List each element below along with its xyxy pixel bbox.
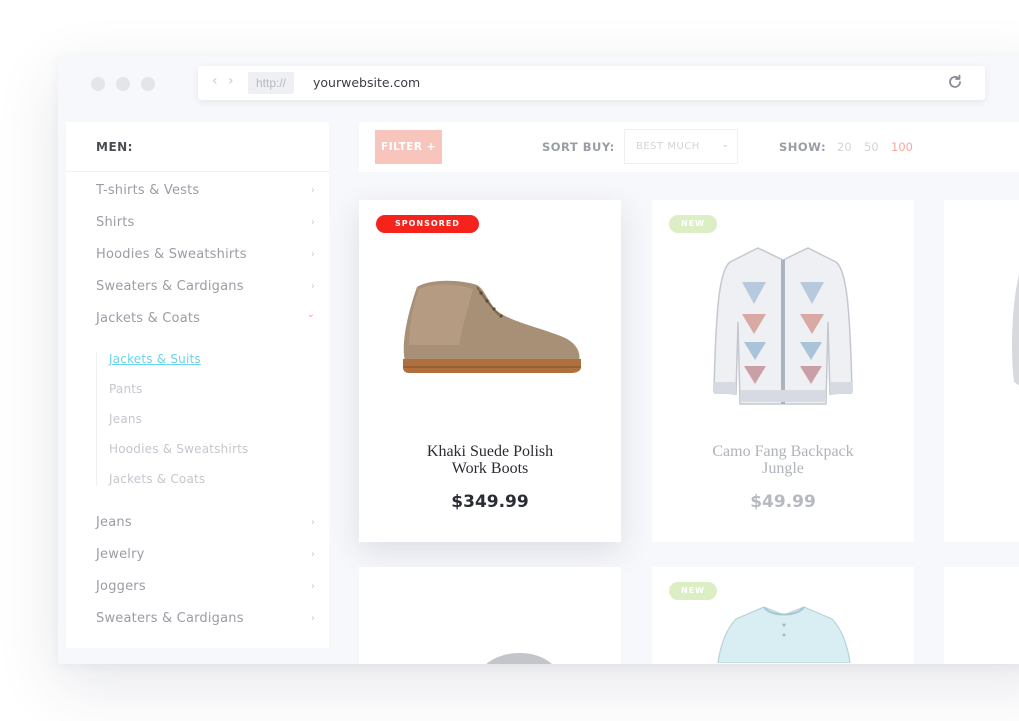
filter-button[interactable]: FILTER + (375, 130, 442, 164)
sidebar-item-jeans[interactable]: Jeans (96, 515, 132, 530)
sidebar-item-jackets-coats[interactable]: Jackets & Coats (96, 311, 200, 326)
chevron-right-icon: › (311, 581, 315, 592)
chevron-right-icon: › (311, 249, 315, 260)
sponsored-badge: SPONSORED (376, 215, 479, 233)
subitem-hoodies-sweatshirts[interactable]: Hoodies & Sweatshirts (109, 442, 248, 456)
product-card[interactable]: NEW Camo Fang Backpack Jungle $49.99 (652, 200, 914, 542)
chevron-down-icon: ⌄ (306, 309, 315, 320)
url-text[interactable]: yourwebsite.com (313, 75, 420, 90)
sidebar-item-hoodies-sweatshirts[interactable]: Hoodies & Sweatshirts (96, 247, 247, 262)
product-name-line-2: Work Boots (451, 460, 529, 477)
sort-select-value: BEST MUCH (636, 141, 700, 152)
product-price: $349.99 (451, 492, 529, 512)
chevron-right-icon: › (311, 549, 315, 560)
product-card[interactable]: NEW (652, 567, 914, 664)
category-sidebar: MEN: T-shirts & Vests › Shirts › Hoodies… (66, 122, 329, 648)
subitem-jeans[interactable]: Jeans (109, 412, 142, 426)
chevron-down-icon: ⌄ (721, 140, 729, 150)
sidebar-item-jewelry[interactable]: Jewelry (96, 547, 145, 562)
product-toolbar: FILTER + SORT BUY: BEST MUCH ⌄ SHOW: 20 … (359, 122, 1019, 172)
boot-image (403, 280, 581, 373)
chevron-right-icon: › (311, 185, 315, 196)
back-arrow-icon[interactable]: ‹ (212, 73, 218, 89)
subitem-pants[interactable]: Pants (109, 382, 143, 396)
product-card[interactable] (944, 567, 1019, 664)
product-name-line-2: Jungle (762, 460, 804, 477)
chevron-right-icon: › (311, 517, 315, 528)
forward-arrow-icon[interactable]: › (228, 73, 234, 89)
subitem-jackets-suits[interactable]: Jackets & Suits (109, 352, 201, 366)
show-option-100[interactable]: 100 (891, 140, 913, 154)
cardigan-image (713, 247, 853, 405)
sidebar-divider (66, 171, 329, 172)
window-minimize-dot[interactable] (116, 77, 130, 91)
browser-titlebar: ‹ › http:// yourwebsite.com (58, 56, 1019, 108)
show-option-50[interactable]: 50 (864, 140, 879, 154)
url-protocol: http:// (248, 72, 295, 94)
window-close-dot[interactable] (91, 77, 105, 91)
product-name-line-1: Camo Fang Backpack (712, 443, 854, 460)
sidebar-item-sweaters-cardigans-2[interactable]: Sweaters & Cardigans (96, 611, 244, 626)
product-card[interactable] (944, 200, 1019, 542)
sidebar-title: MEN: (96, 140, 133, 154)
window-maximize-dot[interactable] (141, 77, 155, 91)
sidebar-item-joggers[interactable]: Joggers (96, 579, 146, 594)
new-badge: NEW (669, 215, 717, 233)
product-card[interactable]: SPONSORED Khaki Suede Polish Work Boots … (359, 200, 621, 542)
subitem-jackets-coats[interactable]: Jackets & Coats (109, 472, 205, 486)
product-price: $49.99 (750, 492, 816, 512)
chevron-right-icon: › (311, 613, 315, 624)
product-name[interactable]: Camo Fang Backpack Jungle (652, 443, 914, 477)
sidebar-item-tshirts-vests[interactable]: T-shirts & Vests (96, 183, 199, 198)
sort-label: SORT BUY: (542, 140, 615, 154)
browser-window: ‹ › http:// yourwebsite.com MEN: T-shirt… (58, 56, 1019, 664)
sidebar-item-shirts[interactable]: Shirts (96, 215, 135, 230)
product-image-partial (1012, 274, 1019, 386)
product-card[interactable] (359, 567, 621, 664)
product-name[interactable]: Khaki Suede Polish Work Boots (359, 443, 621, 477)
chevron-right-icon: › (311, 281, 315, 292)
sidebar-item-sweaters-cardigans[interactable]: Sweaters & Cardigans (96, 279, 244, 294)
subcategory-rail (96, 352, 97, 486)
reload-icon[interactable] (947, 74, 963, 90)
sweater-image (717, 606, 851, 663)
product-image-partial (486, 653, 552, 664)
address-bar[interactable]: ‹ › http:// yourwebsite.com (198, 66, 985, 100)
sort-select[interactable]: BEST MUCH ⌄ (624, 129, 738, 164)
show-option-20[interactable]: 20 (837, 140, 852, 154)
chevron-right-icon: › (311, 217, 315, 228)
show-label: SHOW: (779, 140, 827, 154)
product-name-line-1: Khaki Suede Polish (426, 443, 554, 460)
new-badge: NEW (669, 582, 717, 600)
